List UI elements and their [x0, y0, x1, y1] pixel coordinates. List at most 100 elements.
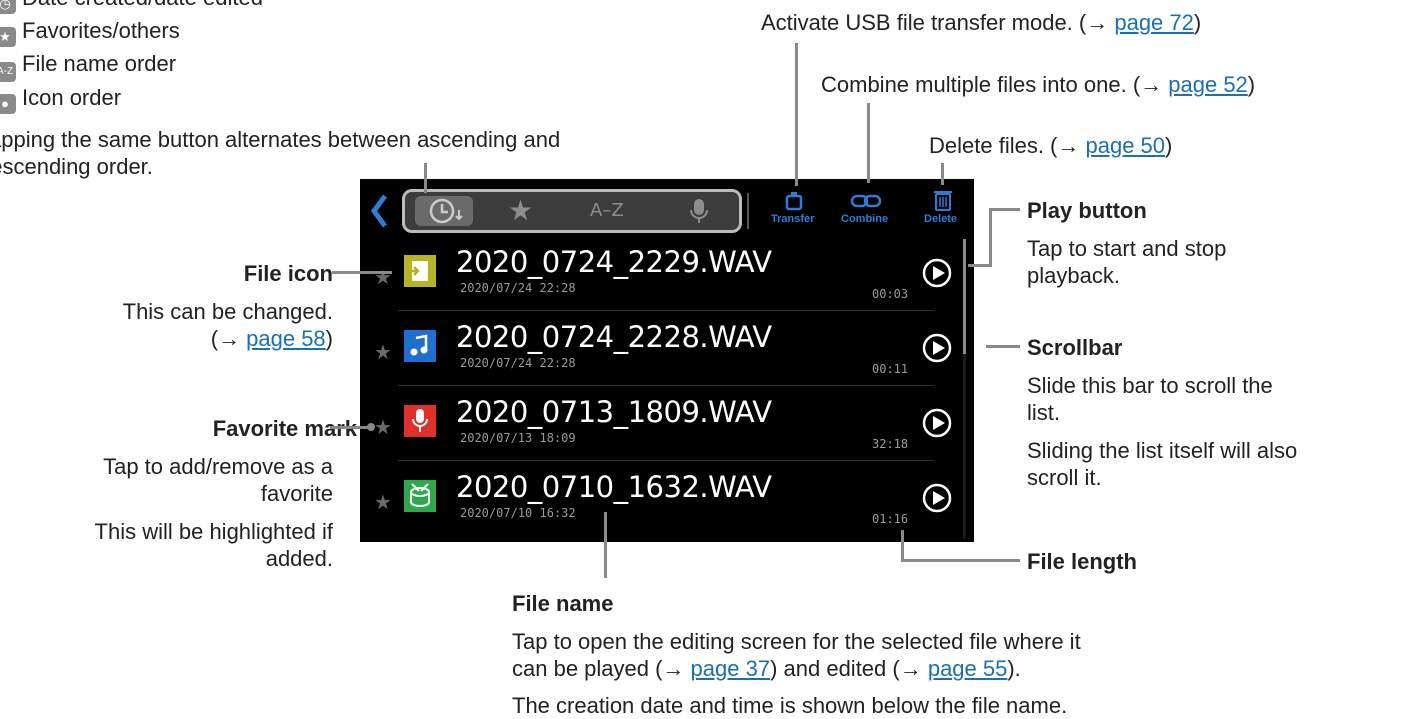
combine-page-link[interactable]: page 52	[1168, 72, 1248, 97]
drum-icon	[404, 480, 436, 512]
scrollbar-desc2: list.	[1027, 400, 1060, 425]
leader-file-name	[604, 512, 607, 578]
mic-sort-icon: ●	[0, 94, 16, 114]
sort-legend-favorites: ★ Favorites/others	[0, 17, 180, 47]
delete-page-link[interactable]: page 50	[1086, 133, 1166, 158]
link-icon	[850, 194, 882, 208]
leader-file-icon	[332, 271, 392, 274]
leader-usb	[795, 43, 798, 186]
combine-callout: Combine multiple files into one. (→ page…	[821, 72, 1256, 97]
file-icon-desc2: (→ page 58)	[210, 326, 333, 351]
leader-play-v	[989, 208, 992, 266]
sort-legend-filename: A-Z File name order	[0, 50, 176, 82]
favorite-mark-desc3: This will be highlighted if	[94, 519, 333, 544]
row-divider	[398, 385, 934, 386]
sort-note-line1: Tapping the same button alternates betwe…	[0, 127, 561, 152]
file-date: 2020/07/24 22:28	[460, 281, 576, 295]
sort-note-line2: descending order.	[0, 154, 153, 179]
usb-callout: Activate USB file transfer mode. (→ page…	[761, 10, 1202, 35]
trash-icon	[934, 191, 952, 211]
play-button-title: Play button	[1027, 198, 1147, 223]
sort-legend-date: ◷Date created/date edited	[0, 0, 263, 14]
sort-date-button[interactable]	[415, 196, 473, 226]
leader-play-h	[990, 208, 1020, 211]
file-length: 00:03	[872, 287, 909, 301]
favorite-mark-desc1: Tap to add/remove as a	[103, 454, 333, 479]
play-button-icon[interactable]	[921, 332, 953, 364]
file-length: 01:16	[872, 512, 909, 526]
microphone-icon	[690, 199, 708, 223]
star-icon: ★	[508, 195, 534, 226]
file-name-page-link-37[interactable]: page 37	[691, 656, 771, 681]
import-file-icon	[404, 255, 436, 287]
file-name-page-link-55[interactable]: page 55	[928, 656, 1008, 681]
back-button[interactable]	[370, 193, 388, 234]
sort-tab-bar: ★ A–Z	[402, 189, 742, 233]
file-name-title: File name	[512, 591, 614, 616]
file-date: 2020/07/13 18:09	[460, 431, 576, 445]
clock-sort-icon: ◷	[0, 0, 16, 14]
transfer-button[interactable]: Transfer	[765, 185, 821, 231]
leader-favorite	[330, 426, 372, 429]
file-name[interactable]: 2020_0724_2228.WAV	[456, 320, 772, 354]
file-date: 2020/07/24 22:28	[460, 356, 576, 370]
usb-page-link[interactable]: page 72	[1114, 10, 1194, 35]
row-divider	[398, 310, 934, 311]
file-date: 2020/07/10 16:32	[460, 506, 576, 520]
play-button-desc2: playback.	[1027, 263, 1120, 288]
leader-combine	[867, 103, 870, 183]
sort-filename-button[interactable]: A–Z	[590, 200, 624, 221]
file-length-title: File length	[1027, 549, 1137, 574]
scrollbar-title: Scrollbar	[1027, 335, 1123, 360]
leader-play-stub	[968, 264, 992, 267]
play-button-icon[interactable]	[921, 257, 953, 289]
play-button-icon[interactable]	[921, 482, 953, 514]
row-divider	[398, 460, 934, 461]
file-row[interactable]: ★ 2020_0724_2229.WAV 2020/07/24 22:28 00:03	[360, 239, 974, 311]
star-sort-icon: ★	[0, 27, 16, 47]
toolbar-separator	[747, 193, 749, 229]
az-sort-icon: A-Z	[0, 62, 16, 82]
device-screen: ★ A–Z Transfer Combine Delete ★ 2020_0724…	[360, 179, 974, 542]
favorite-star-icon[interactable]: ★	[374, 415, 392, 440]
music-note-icon	[404, 330, 436, 362]
file-row[interactable]: ★ 2020_0710_1632.WAV 2020/07/10 16:32 01:16	[360, 464, 974, 536]
delete-button[interactable]: Delete	[920, 185, 970, 231]
file-icon-desc1: This can be changed.	[122, 299, 333, 324]
file-name[interactable]: 2020_0710_1632.WAV	[456, 470, 772, 504]
file-length: 00:11	[872, 362, 909, 376]
scrollbar-desc1: Slide this bar to scroll the	[1027, 373, 1273, 398]
file-length: 32:18	[872, 437, 909, 451]
sort-legend-icon: ● Icon order	[0, 84, 121, 114]
file-name[interactable]: 2020_0724_2229.WAV	[456, 245, 772, 279]
favorite-star-icon[interactable]: ★	[374, 340, 392, 365]
favorite-star-icon[interactable]: ★	[374, 490, 392, 515]
play-button-desc1: Tap to start and stop	[1027, 236, 1227, 261]
back-chevron-icon	[370, 194, 388, 228]
clock-icon	[429, 198, 463, 224]
sort-favorites-button[interactable]: ★	[508, 194, 533, 227]
microphone-icon	[404, 405, 436, 437]
play-button-icon[interactable]	[921, 407, 953, 439]
favorite-mark-desc2: favorite	[260, 481, 333, 506]
favorite-mark-desc4: added.	[265, 546, 333, 571]
file-icon-page-link[interactable]: page 58	[246, 326, 326, 351]
leader-delete	[941, 163, 944, 185]
leader-length-h	[903, 559, 1020, 562]
file-icon-title: File icon	[243, 261, 333, 286]
favorite-star-icon[interactable]: ★	[374, 265, 392, 290]
file-name-desc2: can be played (→ page 37) and edited (→ …	[512, 656, 1021, 681]
leader-length-v	[901, 530, 904, 562]
sort-icon-button[interactable]	[689, 197, 709, 230]
scrollbar-desc4: scroll it.	[1027, 465, 1102, 490]
leader-sort-bar	[424, 163, 427, 193]
usb-icon	[785, 192, 803, 211]
leader-scrollbar	[986, 345, 1020, 348]
file-name[interactable]: 2020_0713_1809.WAV	[456, 395, 772, 429]
scrollbar-desc3: Sliding the list itself will also	[1027, 438, 1298, 463]
file-name-desc1: Tap to open the editing screen for the s…	[512, 629, 1081, 654]
combine-button[interactable]: Combine	[836, 185, 898, 231]
file-row[interactable]: ★ 2020_0713_1809.WAV 2020/07/13 18:09 32:18	[360, 389, 974, 461]
file-row[interactable]: ★ 2020_0724_2228.WAV 2020/07/24 22:28 00:11	[360, 314, 974, 386]
leader-favorite-dot	[367, 423, 375, 431]
